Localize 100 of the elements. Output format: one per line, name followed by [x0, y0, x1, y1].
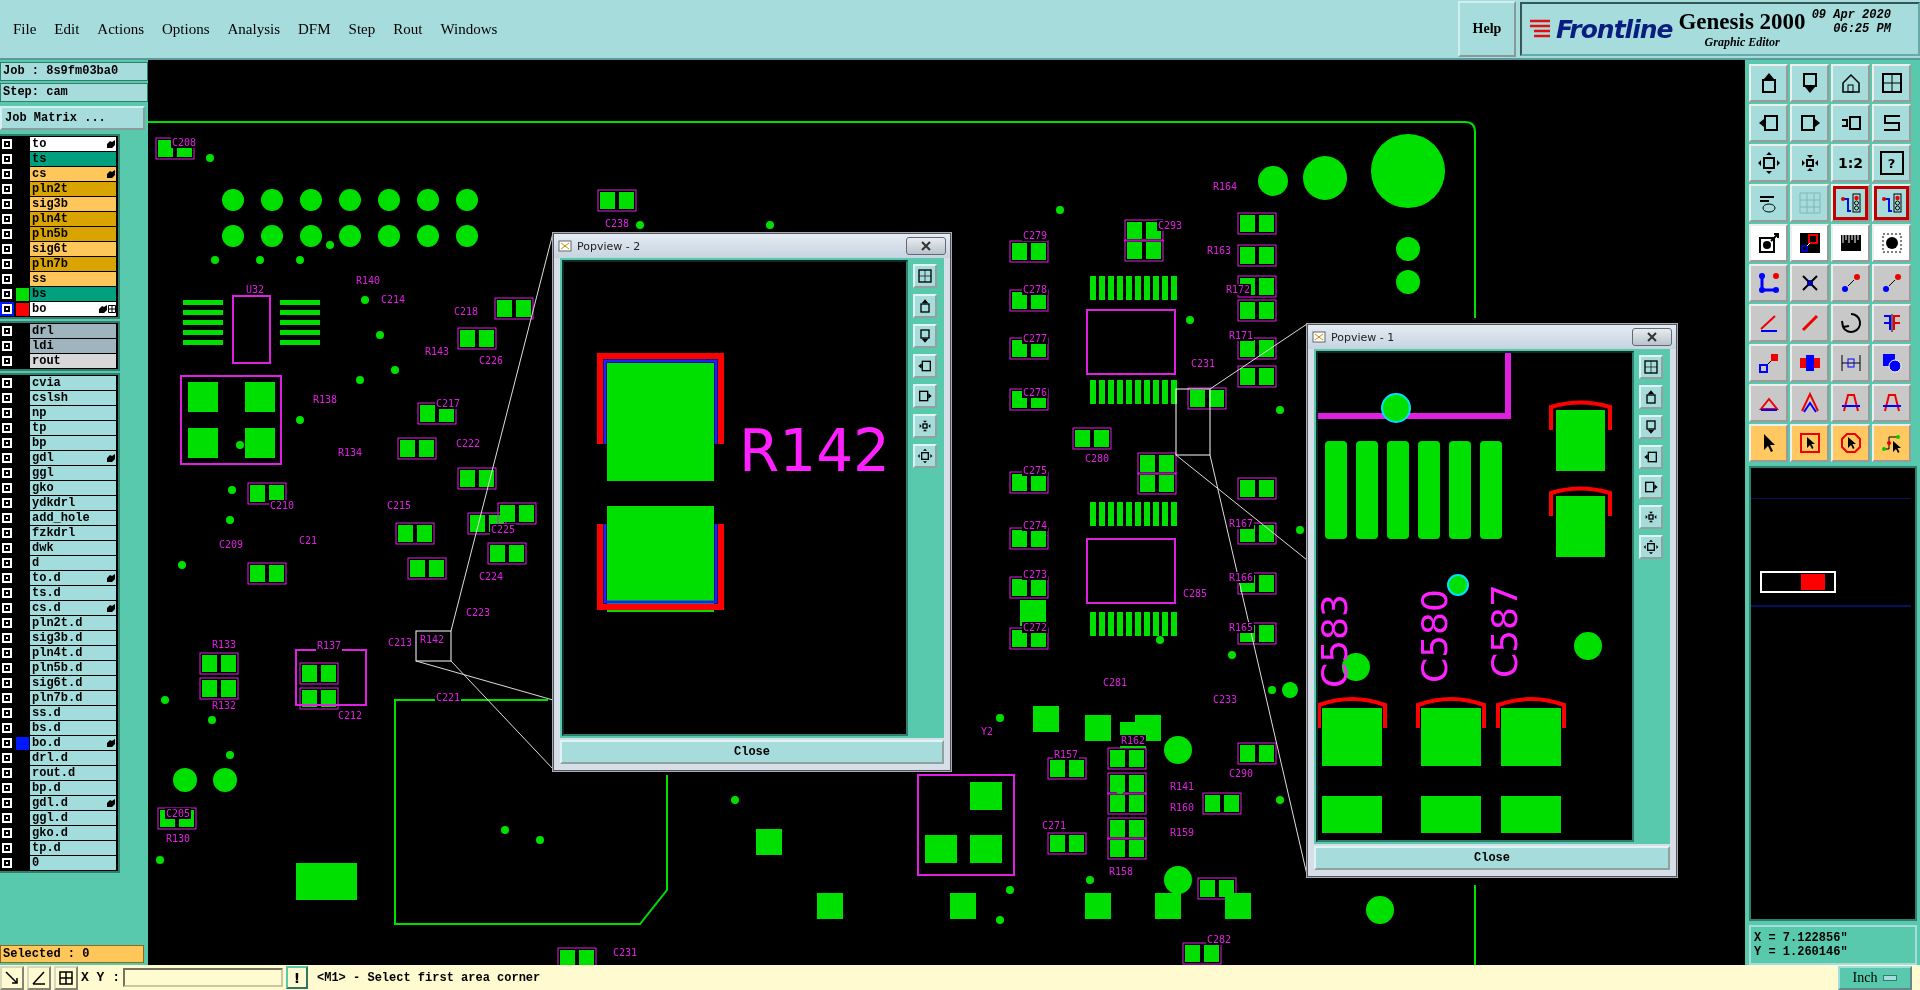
layer-item[interactable]: gko.d — [30, 826, 116, 840]
tool-button[interactable] — [1749, 424, 1788, 462]
tool-button[interactable] — [1749, 264, 1788, 302]
layer-item[interactable]: gdl.d — [30, 796, 116, 810]
layer-item[interactable]: ts — [30, 152, 116, 166]
close-button[interactable]: Close — [560, 740, 944, 764]
layer-item[interactable]: ss.d — [30, 706, 116, 720]
layer-item[interactable]: bp.d — [30, 781, 116, 795]
tool-button[interactable] — [1872, 184, 1911, 222]
layer-item[interactable]: ggl — [30, 466, 116, 480]
menu-item[interactable]: Actions — [88, 20, 153, 38]
tool-button[interactable] — [1790, 64, 1829, 102]
layer-item[interactable]: sig3b — [30, 197, 116, 211]
tool-button[interactable] — [1790, 264, 1829, 302]
layer-item[interactable]: ldi — [30, 339, 116, 353]
layer-item[interactable]: tp.d — [30, 841, 116, 855]
units-dropdown[interactable]: Inch — [1838, 965, 1912, 990]
command-button[interactable]: ! — [286, 966, 308, 989]
tool-button[interactable] — [1831, 224, 1870, 262]
tool-button[interactable] — [1749, 304, 1788, 342]
menu-item[interactable]: Windows — [431, 20, 507, 38]
tool-button[interactable]: 1:2 — [1831, 144, 1870, 182]
layer-item[interactable]: fzkdrl — [30, 526, 116, 540]
layer-item[interactable]: bs — [30, 287, 116, 301]
menu-item[interactable]: DFM — [289, 20, 340, 38]
layer-item[interactable]: ggl.d — [30, 811, 116, 825]
menu-item[interactable]: Edit — [45, 20, 89, 38]
close-button[interactable] — [1632, 328, 1672, 346]
tool-button[interactable] — [1790, 424, 1829, 462]
menu-item[interactable]: Step — [339, 20, 385, 38]
layer-item[interactable]: pln7b.d — [30, 691, 116, 705]
tool-button[interactable] — [1790, 144, 1829, 182]
layer-item[interactable]: to.d — [30, 571, 116, 585]
layer-item[interactable]: bs.d — [30, 721, 116, 735]
layer-item[interactable]: bo — [30, 302, 116, 316]
job-matrix-button[interactable]: Job Matrix ... — [0, 106, 145, 130]
layer-item[interactable]: ss — [30, 272, 116, 286]
layer-item[interactable]: sig6t.d — [30, 676, 116, 690]
layer-item[interactable]: pln4t — [30, 212, 116, 226]
layer-item[interactable]: pln5b.d — [30, 661, 116, 675]
tool-button[interactable] — [1872, 264, 1911, 302]
tool-button[interactable] — [1790, 224, 1829, 262]
layer-item[interactable]: sig3b.d — [30, 631, 116, 645]
tool-button[interactable] — [1749, 144, 1788, 182]
layer-item[interactable]: dwk — [30, 541, 116, 555]
tool-button[interactable] — [1831, 424, 1870, 462]
tool-button[interactable] — [1872, 304, 1911, 342]
tool-button[interactable] — [1749, 104, 1788, 142]
layer-item[interactable]: gko — [30, 481, 116, 495]
tool-button[interactable] — [1749, 224, 1788, 262]
layer-item[interactable]: 0 — [30, 856, 116, 870]
layer-item[interactable]: to — [30, 137, 116, 151]
layer-item[interactable]: d — [30, 556, 116, 570]
tool-button[interactable] — [1831, 384, 1870, 422]
tool-button[interactable] — [1790, 344, 1829, 382]
layer-item[interactable]: cs — [30, 167, 116, 181]
layer-item[interactable]: rout — [30, 354, 116, 368]
xy-input-field[interactable] — [123, 968, 283, 987]
tool-button[interactable] — [1872, 344, 1911, 382]
menu-item[interactable]: Analysis — [218, 20, 290, 38]
layer-item[interactable]: ts.d — [30, 586, 116, 600]
layer-item[interactable]: cslsh — [30, 391, 116, 405]
layer-item[interactable]: pln2t — [30, 182, 116, 196]
help-button[interactable]: Help — [1458, 1, 1516, 57]
tool-button[interactable] — [1749, 344, 1788, 382]
tool-button[interactable] — [1872, 64, 1911, 102]
layer-item[interactable]: bo.d — [30, 736, 116, 750]
menu-item[interactable]: Rout — [384, 20, 432, 38]
layer-item[interactable]: gdl — [30, 451, 116, 465]
tool-button[interactable] — [54, 965, 78, 990]
tool-button[interactable] — [1831, 64, 1870, 102]
menu-item[interactable]: Options — [153, 20, 219, 38]
layer-item[interactable]: sig6t — [30, 242, 116, 256]
layer-item[interactable]: add_hole — [30, 511, 116, 525]
layer-item[interactable]: drl.d — [30, 751, 116, 765]
close-button[interactable] — [906, 237, 946, 255]
tool-button[interactable] — [0, 965, 24, 990]
layer-item[interactable]: bp — [30, 436, 116, 450]
tool-button[interactable] — [1831, 264, 1870, 302]
layer-item[interactable]: pln7b — [30, 257, 116, 271]
tool-button[interactable] — [1872, 424, 1911, 462]
layer-item[interactable]: pln4t.d — [30, 646, 116, 660]
tool-button[interactable] — [1831, 104, 1870, 142]
layer-item[interactable]: ydkdrl — [30, 496, 116, 510]
layer-item[interactable]: cs.d — [30, 601, 116, 615]
tool-button[interactable] — [1790, 384, 1829, 422]
layer-item[interactable]: pln2t.d — [30, 616, 116, 630]
tool-button[interactable] — [1831, 184, 1870, 222]
layer-item[interactable]: pln5b — [30, 227, 116, 241]
tool-button[interactable] — [1831, 304, 1870, 342]
close-button[interactable]: Close — [1314, 846, 1670, 870]
tool-button[interactable] — [1872, 384, 1911, 422]
menu-item[interactable]: File — [4, 20, 46, 38]
tool-button[interactable] — [1872, 104, 1911, 142]
tool-button[interactable] — [1790, 104, 1829, 142]
tool-button[interactable] — [1749, 184, 1788, 222]
tool-button[interactable] — [27, 965, 51, 990]
layer-item[interactable]: drl — [30, 324, 116, 338]
tool-button[interactable]: ? — [1872, 144, 1911, 182]
tool-button[interactable] — [1749, 384, 1788, 422]
